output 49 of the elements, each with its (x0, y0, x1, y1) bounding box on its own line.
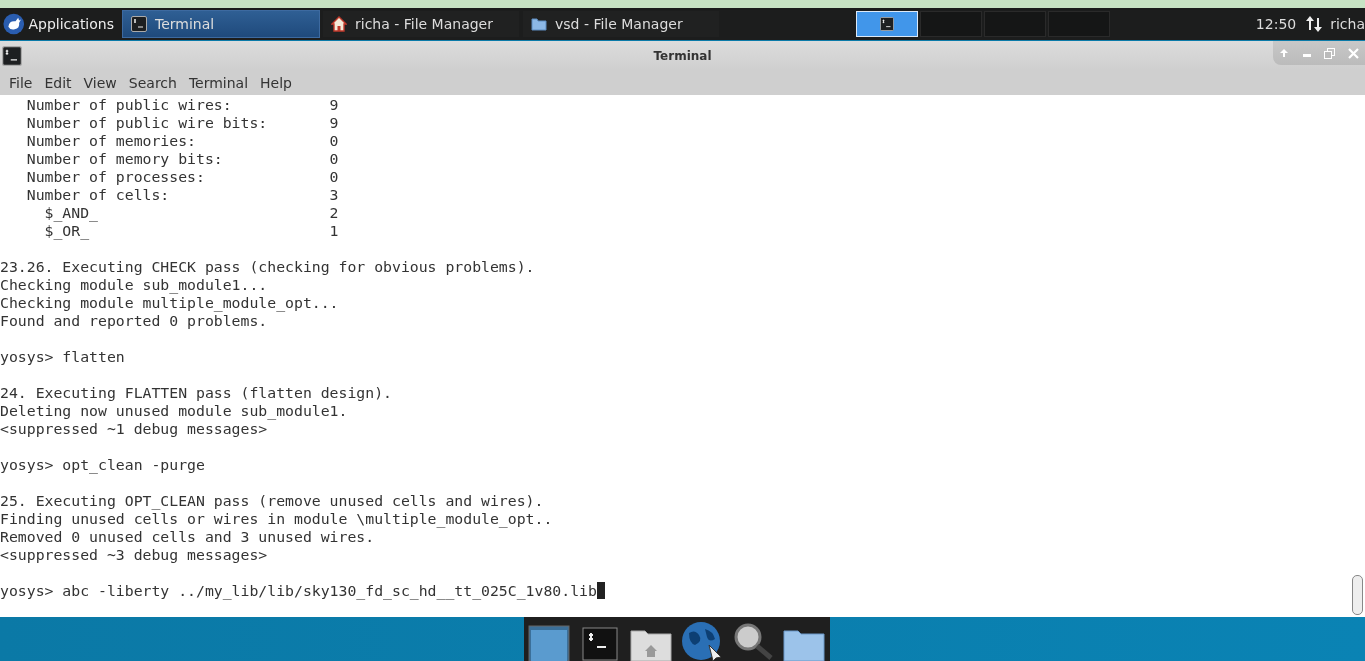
terminal-line: Number of memory bits: 0 (25, 150, 339, 167)
taskbar-button[interactable]: richa - File Manager (322, 10, 520, 38)
terminal-line: Deleting now unused module sub_module1. (0, 402, 348, 419)
terminal-line: yosys> abc -liberty ../my_lib/lib/sky130_fd_sc_hd__tt_025C_1v80.lib (0, 582, 597, 599)
terminal-line: $_AND_ 2 (43, 204, 339, 221)
terminal-line: Checking module multiple_module_opt... (0, 294, 339, 311)
terminal-line: <suppressed ~3 debug messages> (0, 546, 268, 563)
network-icon[interactable] (1304, 14, 1325, 34)
menu-item[interactable]: Help (254, 74, 298, 91)
menu-item[interactable]: View (77, 74, 123, 91)
terminal-icon (582, 627, 618, 661)
terminal-line: Number of public wires: 9 (25, 96, 339, 113)
menu-item[interactable]: Search (122, 74, 183, 91)
terminal-line: yosys> flatten (0, 348, 125, 365)
terminal-line: yosys> opt_clean -purge (0, 456, 205, 473)
globe-icon (681, 621, 723, 661)
folder-icon (531, 16, 547, 32)
taskbar-button[interactable]: vsd - File Manager (522, 10, 720, 38)
home-icon (331, 16, 347, 32)
terminal-line: Found and reported 0 problems. (0, 312, 268, 329)
folder-icon (783, 627, 825, 661)
window-title: Terminal (653, 48, 712, 63)
terminal-icon (2, 45, 22, 66)
terminal-line: 24. Executing FLATTEN pass (flatten design). (0, 384, 392, 401)
terminal-line: Removed 0 unused cells and 3 unused wires. (0, 528, 375, 545)
menu-item[interactable]: File (3, 74, 39, 91)
terminal-line: $_OR_ 1 (43, 222, 339, 239)
terminal-line: 23.26. Executing CHECK pass (checking for obvious problems). (0, 258, 535, 275)
home-folder-icon (630, 627, 672, 661)
menu-item[interactable]: Terminal (182, 74, 255, 91)
user-name[interactable]: richa (1330, 16, 1365, 32)
terminal-line: <suppressed ~1 debug messages> (0, 420, 268, 437)
menu-item[interactable]: Edit (38, 74, 78, 91)
terminal-line: Finding unused cells or wires in module \multiple_module_opt.. (0, 510, 553, 527)
terminal-icon (131, 16, 147, 32)
terminal-line: Number of memories: 0 (25, 132, 339, 149)
terminal-line: Number of cells: 3 (25, 186, 339, 203)
mouse-logo-icon (3, 12, 25, 36)
terminal-line: 25. Executing OPT_CLEAN pass (remove unused cells and wires). (0, 492, 544, 509)
clock: 12:50 (1255, 16, 1297, 32)
applications-menu[interactable]: Applications (0, 8, 122, 40)
search-icon (732, 621, 774, 661)
terminal-icon (879, 17, 894, 31)
desktop-icon (528, 625, 570, 661)
terminal-line: Number of processes: 0 (25, 168, 339, 185)
taskbar-button[interactable]: Terminal (122, 10, 320, 38)
terminal-line: Checking module sub_module1... (0, 276, 268, 293)
scrollbar-thumb[interactable] (1352, 575, 1363, 615)
terminal-line: Number of public wire bits: 9 (25, 114, 339, 131)
